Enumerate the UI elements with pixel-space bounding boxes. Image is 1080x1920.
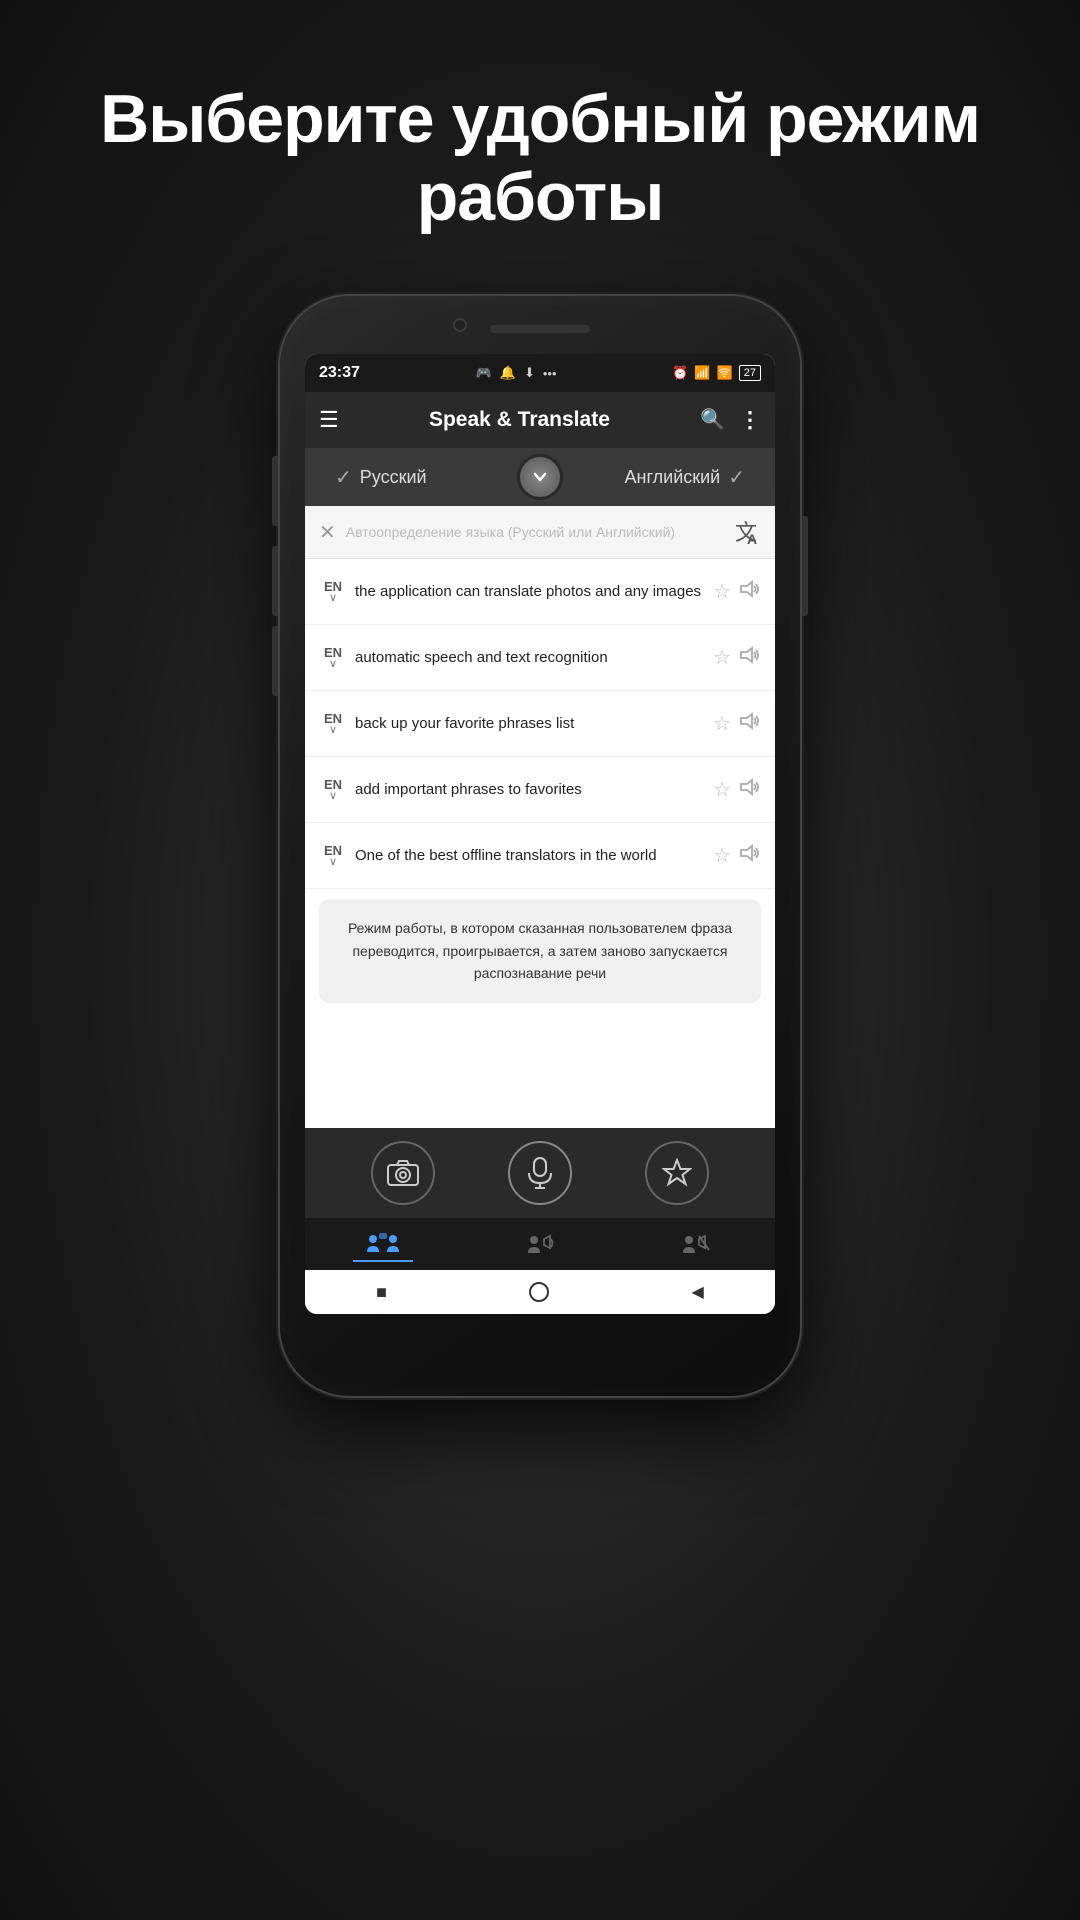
search-placeholder[interactable]: Автоопределение языка (Русский или Англи… [346,524,723,540]
translation-text-3: back up your favorite phrases list [355,714,705,734]
phone-top-bar [280,314,800,344]
android-nav-bar: ■ ◀ [305,1270,775,1314]
translation-text-4: add important phrases to favorites [355,780,705,800]
status-bar: 23:37 🎮 🔔 ⬇ ••• ⏰ 📶 🛜 27 [305,354,775,392]
page-title: Выберите удобный режим работы [40,80,1040,236]
app-title: Speak & Translate [353,408,686,432]
lang-badge-4: EN ∨ [319,778,347,802]
lang-badge-2: EN ∨ [319,646,347,670]
clear-input-icon[interactable]: ✕ [319,520,336,545]
favorites-button[interactable] [645,1141,709,1205]
translate-icon: 文 A [733,518,761,546]
mode-tab-conversation[interactable] [353,1226,413,1262]
phone-mockup: 23:37 🎮 🔔 ⬇ ••• ⏰ 📶 🛜 27 ☰ Speak & Trans… [280,296,800,1396]
list-item: EN ∨ One of the best offline translators… [305,823,775,889]
speaker-icon-3[interactable] [739,712,761,735]
svg-text:A: A [747,531,757,546]
more-options-icon[interactable]: ⋮ [739,407,761,433]
favorite-star-3[interactable]: ☆ [713,711,731,736]
phone-camera [453,318,467,332]
translation-output-text: Режим работы, в котором сказанная пользо… [348,920,732,981]
app-header: ☰ Speak & Translate 🔍 ⋮ [305,392,775,448]
status-left-icons: 🎮 🔔 ⬇ ••• [476,365,557,381]
header-action-icons: 🔍 ⋮ [700,407,761,433]
language-switch-button[interactable] [517,454,563,500]
target-language-name: Английский [625,467,721,488]
source-language[interactable]: ✓ Русский [335,465,427,490]
lang-badge-3: EN ∨ [319,712,347,736]
wifi-icon: 🛜 [717,365,733,381]
target-language[interactable]: Английский ✓ [625,465,745,490]
mode-tab-muted[interactable] [667,1226,727,1262]
status-time: 23:37 [319,364,360,382]
check-left-icon: ✓ [335,465,352,490]
favorite-star-5[interactable]: ☆ [713,843,731,868]
mode-tabs [305,1218,775,1270]
translation-text-1: the application can translate photos and… [355,582,705,602]
nav-home-button[interactable] [529,1282,549,1302]
translation-list: EN ∨ the application can translate photo… [305,559,775,1128]
list-item: EN ∨ the application can translate photo… [305,559,775,625]
menu-icon[interactable]: ☰ [319,407,339,433]
speaker-icon-5[interactable] [739,844,761,867]
chevron-down-icon [530,467,550,487]
phone-speaker [490,325,590,333]
favorite-star-1[interactable]: ☆ [713,579,731,604]
search-input-area[interactable]: ✕ Автоопределение языка (Русский или Анг… [305,506,775,559]
list-item: EN ∨ back up your favorite phrases list … [305,691,775,757]
speaker-icon-2[interactable] [739,646,761,669]
translation-output-box: Режим работы, в котором сказанная пользо… [319,899,761,1002]
check-right-icon: ✓ [728,465,745,490]
source-language-name: Русский [360,467,427,488]
favorite-star-2[interactable]: ☆ [713,645,731,670]
list-item: EN ∨ automatic speech and text recogniti… [305,625,775,691]
signal-icon: 📶 [694,365,710,381]
camera-button[interactable] [371,1141,435,1205]
battery-icon: 27 [739,365,761,381]
speaker-icon-1[interactable] [739,580,761,603]
nav-stop-button[interactable]: ■ [376,1282,387,1303]
favorite-star-4[interactable]: ☆ [713,777,731,802]
phone-screen: 23:37 🎮 🔔 ⬇ ••• ⏰ 📶 🛜 27 ☰ Speak & Trans… [305,354,775,1314]
lang-badge-5: EN ∨ [319,844,347,868]
translation-text-5: One of the best offline translators in t… [355,846,705,866]
speaker-icon-4[interactable] [739,778,761,801]
alarm-icon: ⏰ [672,365,688,381]
search-icon[interactable]: 🔍 [700,407,725,433]
status-right-icons: ⏰ 📶 🛜 27 [672,365,761,381]
language-selector: ✓ Русский Английский ✓ [305,448,775,506]
lang-badge-1: EN ∨ [319,580,347,604]
nav-back-button[interactable]: ◀ [692,1282,704,1302]
bottom-controls [305,1128,775,1218]
translation-text-2: automatic speech and text recognition [355,648,705,668]
microphone-button[interactable] [508,1141,572,1205]
list-item: EN ∨ add important phrases to favorites … [305,757,775,823]
mode-tab-speaker[interactable] [510,1226,570,1262]
